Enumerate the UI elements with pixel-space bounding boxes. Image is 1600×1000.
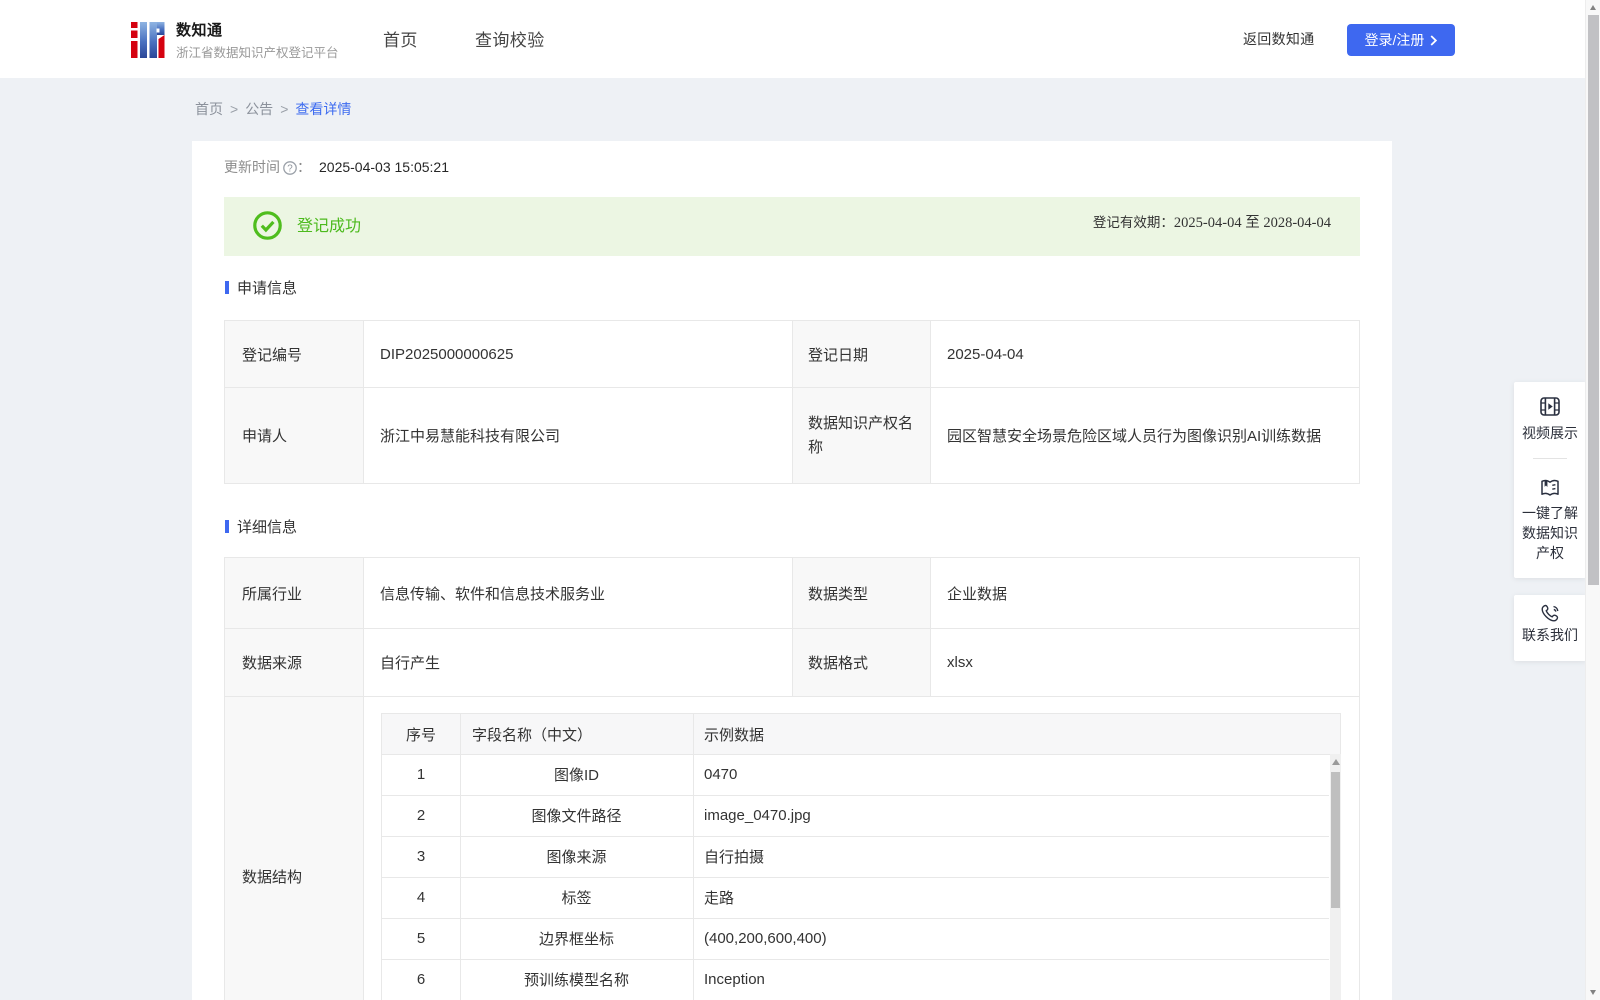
svg-text:?: ? (287, 163, 293, 174)
